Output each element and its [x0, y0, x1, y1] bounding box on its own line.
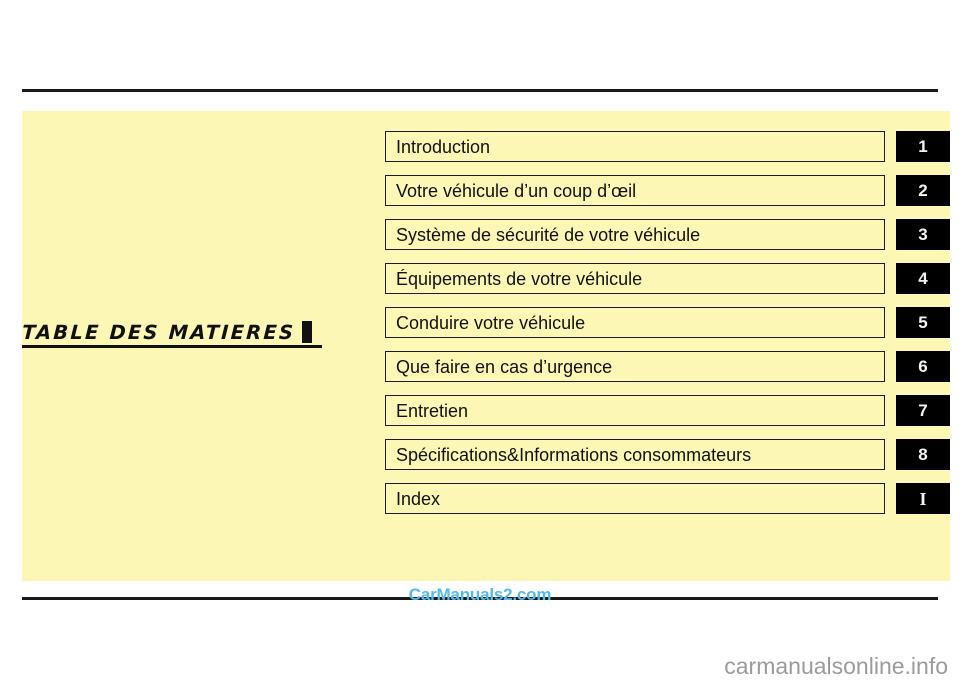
header-rule [22, 89, 938, 92]
chapter-label: Spécifications&Informations consommateur… [396, 444, 752, 465]
chapter-row: Index I [385, 483, 950, 514]
chapter-tab-number: 3 [918, 225, 928, 244]
chapter-tab-5[interactable]: 5 [896, 307, 950, 338]
chapter-tab-number: 2 [918, 181, 928, 200]
chapter-tab-number: 8 [918, 445, 928, 464]
chapter-tab-I[interactable]: I [896, 483, 950, 514]
chapter-tab-8[interactable]: 8 [896, 439, 950, 470]
chapter-label: Système de sécurité de votre véhicule [396, 224, 701, 245]
chapter-link-4[interactable]: Équipements de votre véhicule [385, 263, 885, 294]
footer-rule [22, 597, 938, 600]
chapter-tab-2[interactable]: 2 [896, 175, 950, 206]
chapter-tab-1[interactable]: 1 [896, 131, 950, 162]
chapter-label: Entretien [396, 400, 469, 421]
chapter-link-2[interactable]: Votre véhicule d’un coup d’œil [385, 175, 885, 206]
chapter-label: Introduction [396, 136, 491, 157]
watermark-carmanualsonline: carmanualsonline.info [724, 653, 948, 679]
chapter-label: Conduire votre véhicule [396, 312, 586, 333]
chapter-label: Votre véhicule d’un coup d’œil [396, 180, 637, 201]
chapter-tab-6[interactable]: 6 [896, 351, 950, 382]
chapter-tab-7[interactable]: 7 [896, 395, 950, 426]
chapter-tab-number: 1 [918, 137, 928, 156]
page-title: TABLE DES MATIERES [21, 311, 322, 348]
watermark-carmanuals2: CarManuals2.com [408, 585, 552, 604]
page-title-text: TABLE DES MATIERES [21, 320, 296, 344]
chapter-link-7[interactable]: Entretien [385, 395, 885, 426]
chapter-link-3[interactable]: Système de sécurité de votre véhicule [385, 219, 885, 250]
chapter-row: Que faire en cas d’urgence 6 [385, 351, 950, 382]
chapter-tab-3[interactable]: 3 [896, 219, 950, 250]
chapter-row: Conduire votre véhicule 5 [385, 307, 950, 338]
title-end-block-icon [302, 321, 313, 343]
chapter-link-9[interactable]: Index [385, 483, 885, 514]
chapter-row: Entretien 7 [385, 395, 950, 426]
chapter-tab-number: I [919, 488, 927, 509]
chapter-row: Équipements de votre véhicule 4 [385, 263, 950, 294]
chapter-tab-4[interactable]: 4 [896, 263, 950, 294]
chapter-tab-number: 7 [918, 401, 928, 420]
toc-page: TABLE DES MATIERES Introduction 1 Votre vé… [0, 0, 960, 689]
chapter-label: Équipements de votre véhicule [396, 268, 643, 289]
chapter-tab-number: 5 [918, 313, 928, 332]
chapter-row: Système de sécurité de votre véhicule 3 [385, 219, 950, 250]
chapter-row: Votre véhicule d’un coup d’œil 2 [385, 175, 950, 206]
chapter-link-6[interactable]: Que faire en cas d’urgence [385, 351, 885, 382]
chapter-link-8[interactable]: Spécifications&Informations consommateur… [385, 439, 885, 470]
chapter-list: Introduction 1 Votre véhicule d’un coup d’… [385, 131, 950, 514]
chapter-tab-number: 4 [918, 269, 928, 288]
chapter-label: Que faire en cas d’urgence [396, 356, 613, 377]
chapter-row: Spécifications&Informations consommateur… [385, 439, 950, 470]
chapter-link-5[interactable]: Conduire votre véhicule [385, 307, 885, 338]
chapter-row: Introduction 1 [385, 131, 950, 162]
chapter-link-1[interactable]: Introduction [385, 131, 885, 162]
chapter-label: Index [396, 488, 441, 509]
chapter-tab-number: 6 [918, 357, 928, 376]
